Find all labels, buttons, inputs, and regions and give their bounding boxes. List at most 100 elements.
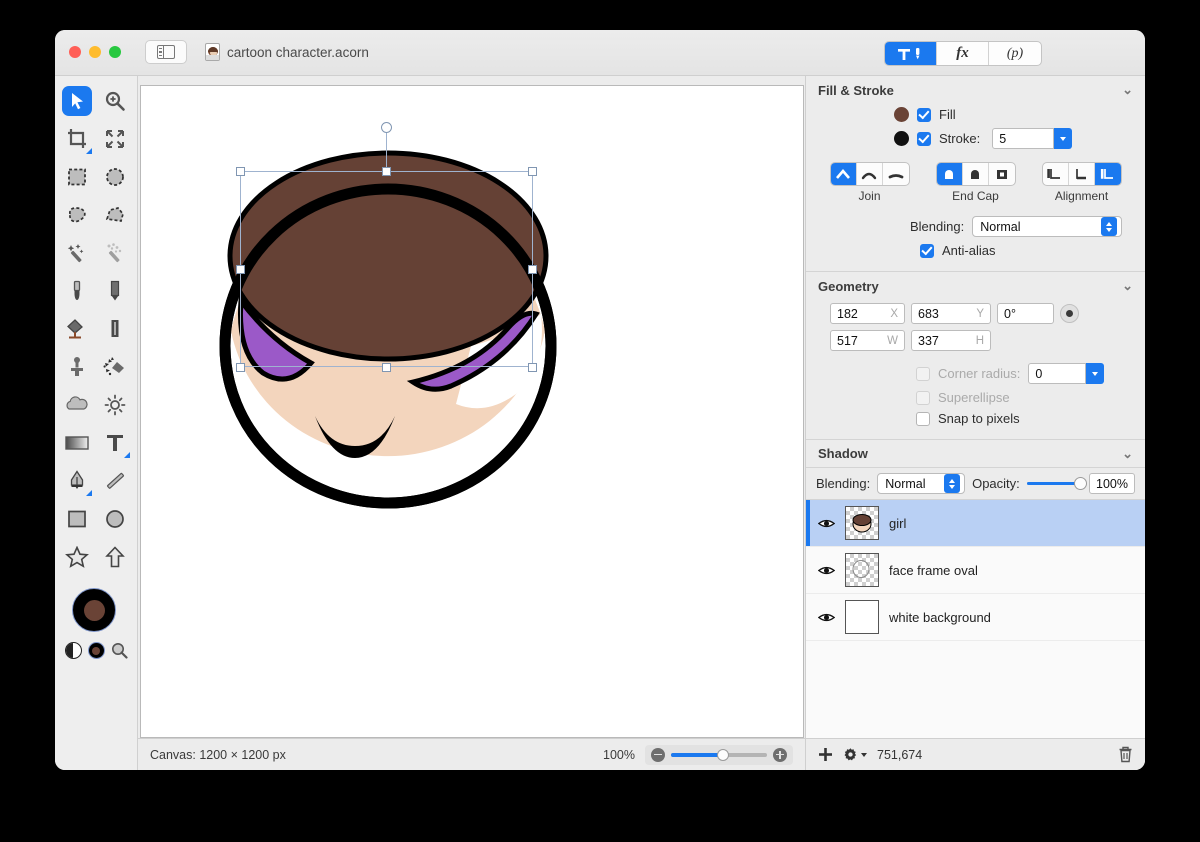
fill-color-dot[interactable] (894, 107, 909, 122)
tool-text[interactable] (96, 424, 134, 462)
tool-star-shape[interactable] (58, 538, 96, 576)
tab-presets[interactable]: (p) (989, 42, 1041, 65)
layer-row-girl[interactable]: girl (806, 500, 1145, 547)
butt-cap-icon[interactable] (936, 163, 963, 185)
selection-handle-w[interactable] (236, 265, 245, 274)
geometry-h-input[interactable]: 337 H (911, 330, 991, 351)
tab-tools[interactable] (885, 42, 937, 65)
selection-handle-s[interactable] (382, 363, 391, 372)
stroke-color-dot[interactable] (894, 131, 909, 146)
selection-handle-se[interactable] (528, 363, 537, 372)
reset-colors-icon[interactable] (87, 642, 105, 659)
tool-clone-stamp[interactable] (58, 348, 96, 386)
shadow-opacity-slider[interactable] (1026, 477, 1088, 490)
superellipse-checkbox[interactable] (916, 390, 930, 405)
selection-handle-ne[interactable] (528, 167, 537, 176)
join-buttons[interactable] (829, 162, 910, 186)
tool-gradient[interactable] (58, 424, 96, 462)
stroke-width-dropdown[interactable] (1054, 128, 1073, 149)
opacity-slider-knob[interactable] (1074, 477, 1088, 490)
plus-icon[interactable] (818, 747, 833, 762)
sidebar-toggle-button[interactable] (145, 40, 187, 64)
corner-radius-checkbox[interactable] (916, 366, 930, 381)
round-cap-icon[interactable] (963, 163, 989, 185)
maximize-button[interactable] (109, 46, 121, 58)
tool-paint-bucket[interactable] (58, 310, 96, 348)
zoom-slider-track[interactable] (671, 748, 767, 761)
chevron-down-icon[interactable]: ⌄ (1122, 278, 1133, 294)
geometry-header[interactable]: Geometry ⌄ (806, 272, 1145, 300)
color-picker-icon[interactable] (111, 642, 128, 659)
zoom-out-icon[interactable] (651, 747, 665, 762)
snap-to-pixels-checkbox[interactable] (916, 411, 930, 426)
shadow-header[interactable]: Shadow ⌄ (806, 440, 1145, 468)
rotation-dial-icon[interactable] (1060, 304, 1079, 323)
align-center-icon[interactable] (1069, 163, 1095, 185)
tool-brush[interactable] (58, 272, 96, 310)
inspector-mode-segmented-control[interactable]: fx (p) (884, 41, 1042, 66)
close-button[interactable] (69, 46, 81, 58)
tool-pencil[interactable] (96, 272, 134, 310)
stroke-color-swatch[interactable] (72, 588, 116, 632)
chevron-down-icon[interactable]: ⌄ (1122, 82, 1133, 98)
selection-handle-e[interactable] (528, 265, 537, 274)
tool-bezier-pen[interactable] (58, 462, 96, 500)
tab-filters[interactable]: fx (937, 42, 989, 65)
fill-stroke-header[interactable]: Fill & Stroke ⌄ (806, 76, 1145, 104)
bevel-join-icon[interactable] (883, 163, 909, 185)
geometry-x-input[interactable]: 182 X (830, 303, 905, 324)
align-inside-icon[interactable] (1043, 163, 1069, 185)
corner-radius-dropdown[interactable] (1086, 363, 1105, 384)
endcap-buttons[interactable] (935, 162, 1016, 186)
tool-instant-alpha[interactable] (96, 234, 134, 272)
layer-row-white-background[interactable]: white background (806, 594, 1145, 641)
trash-icon[interactable] (1118, 746, 1133, 763)
tool-eraser[interactable] (96, 310, 134, 348)
stroke-width-input[interactable]: 5 (992, 128, 1055, 149)
tool-magic-wand[interactable] (58, 234, 96, 272)
corner-radius-input[interactable]: 0 (1028, 363, 1087, 384)
tool-arrow-shape[interactable] (96, 538, 134, 576)
tool-ellipse-select[interactable] (96, 158, 134, 196)
selection-handle-n[interactable] (382, 167, 391, 176)
square-cap-icon[interactable] (989, 163, 1015, 185)
grayscale-toggle-icon[interactable] (64, 642, 82, 659)
align-outside-icon[interactable] (1094, 163, 1121, 185)
tool-crop[interactable] (58, 120, 96, 158)
alignment-buttons[interactable] (1041, 162, 1122, 186)
zoom-slider[interactable] (645, 744, 793, 765)
tool-zoom[interactable] (96, 82, 134, 120)
antialias-checkbox[interactable] (920, 243, 934, 258)
eye-icon[interactable] (818, 517, 835, 530)
geometry-rotation-input[interactable]: 0° (997, 303, 1054, 324)
miter-join-icon[interactable] (830, 163, 857, 185)
eye-icon[interactable] (818, 611, 835, 624)
zoom-slider-knob[interactable] (717, 748, 730, 761)
tool-line[interactable] (96, 462, 134, 500)
selection-handle-sw[interactable] (236, 363, 245, 372)
shadow-opacity-input[interactable]: 100% (1089, 473, 1135, 494)
fill-checkbox[interactable] (917, 107, 931, 122)
shadow-blending-select[interactable]: Normal (877, 473, 966, 494)
zoom-in-icon[interactable] (773, 747, 787, 762)
tool-transform[interactable] (96, 120, 134, 158)
rotation-handle[interactable] (381, 122, 392, 133)
tool-lasso-select[interactable] (58, 196, 96, 234)
tool-rect-select[interactable] (58, 158, 96, 196)
eye-icon[interactable] (818, 564, 835, 577)
geometry-y-input[interactable]: 683 Y (911, 303, 991, 324)
fill-color-swatch[interactable] (83, 599, 105, 621)
color-swatch[interactable] (72, 588, 120, 636)
blending-select[interactable]: Normal (972, 216, 1123, 237)
gear-dropdown-icon[interactable] (843, 747, 867, 762)
tool-smudge[interactable] (96, 348, 134, 386)
tool-move-selection[interactable] (58, 82, 96, 120)
canvas[interactable] (140, 85, 804, 738)
layer-row-face-frame-oval[interactable]: face frame oval (806, 547, 1145, 594)
geometry-w-input[interactable]: 517 W (830, 330, 905, 351)
selection-handle-nw[interactable] (236, 167, 245, 176)
tool-rectangle-shape[interactable] (58, 500, 96, 538)
tool-dodge-burn[interactable] (96, 386, 134, 424)
tool-ellipse-shape[interactable] (96, 500, 134, 538)
chevron-down-icon[interactable]: ⌄ (1122, 446, 1133, 462)
